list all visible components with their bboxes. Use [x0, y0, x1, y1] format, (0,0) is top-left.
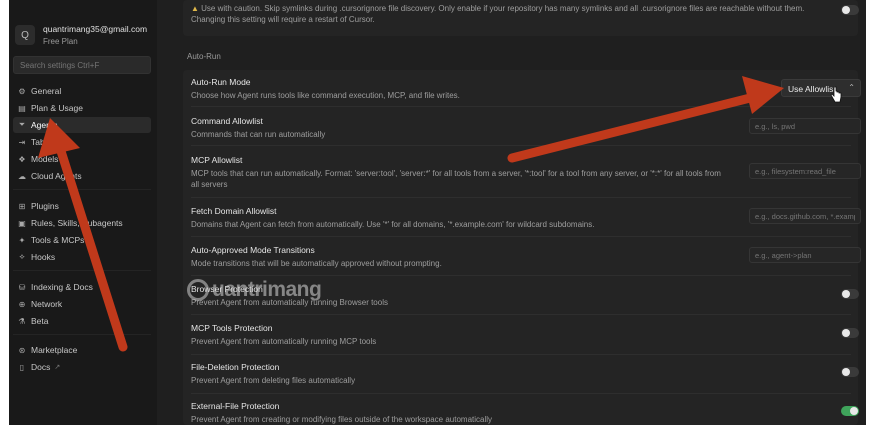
arrow-to-agents	[38, 118, 128, 352]
arrow-to-auto-run-select	[507, 76, 784, 163]
annotation-arrows	[38, 76, 784, 352]
